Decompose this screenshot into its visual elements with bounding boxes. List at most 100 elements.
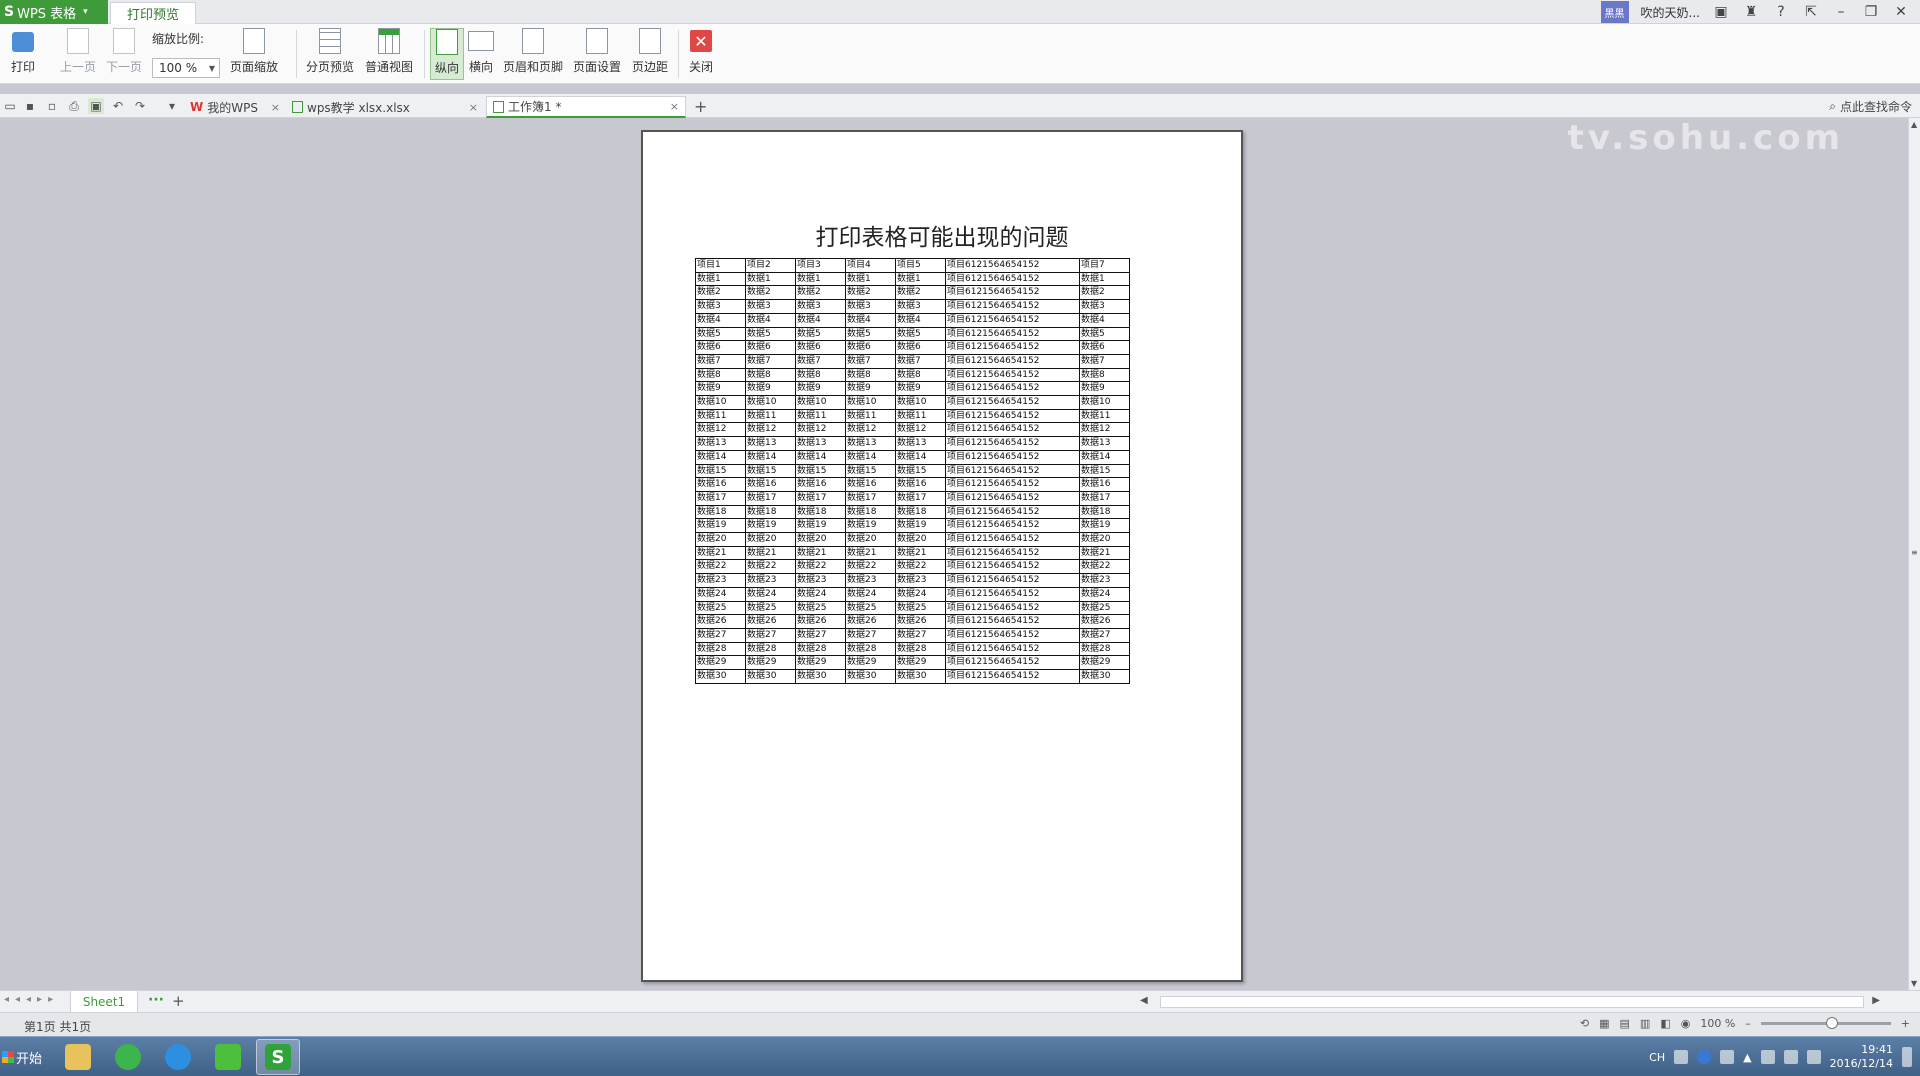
more-sheets-button[interactable]: ··· <box>148 992 164 1008</box>
start-button[interactable]: 开始 <box>0 1041 44 1073</box>
table-cell: 数据22 <box>695 559 746 575</box>
tab-workbook1[interactable]: 工作簿1 * × <box>486 96 686 118</box>
user-name[interactable]: 吹的天奶... <box>1641 4 1700 21</box>
table-cell: 数据11 <box>695 408 746 424</box>
table-cell: 数据23 <box>895 573 946 588</box>
scroll-track[interactable] <box>1160 996 1864 1008</box>
redo-icon[interactable]: ↷ <box>132 98 148 114</box>
normal-view-button[interactable]: 普通视图 <box>362 28 416 80</box>
protect-icon[interactable]: ⟲ <box>1580 1017 1589 1030</box>
tab-print-preview[interactable]: 打印预览 <box>110 2 196 24</box>
table-row: 数据23 数据23 数据23 数据23 数据23 项目6121564654152 数据23 <box>695 573 1130 588</box>
zoom-in-icon[interactable]: + <box>1901 1017 1910 1030</box>
vertical-scrollbar[interactable]: ▲ ≡ ▼ <box>1908 118 1920 990</box>
horizontal-scrollbar[interactable]: ◀ ▶ <box>1130 995 1890 1009</box>
close-tab-icon[interactable]: × <box>271 101 280 114</box>
sheet-nav-arrows[interactable]: ◂◂◂▸▸ <box>4 994 59 1005</box>
print-page: 打印表格可能出现的问题 项目1 项目2 项目3 项目4 项目5 项目61215646541… <box>641 130 1243 982</box>
page-break-preview-button[interactable]: 分页预览 <box>304 28 356 80</box>
table-cell: 数据9 <box>895 381 946 397</box>
open-folder-icon[interactable]: ▭ <box>2 98 18 114</box>
print-quick-icon[interactable]: ⎙ <box>66 98 82 114</box>
close-tab-icon[interactable]: × <box>469 101 478 114</box>
close-preview-button[interactable]: ✕ 关闭 <box>684 28 718 80</box>
margins-button[interactable]: 页边距 <box>630 28 670 80</box>
normal-view-icon[interactable]: ▦ <box>1599 1017 1609 1030</box>
volume-icon[interactable] <box>1806 1050 1821 1064</box>
zoom-slider-knob[interactable] <box>1825 1017 1838 1029</box>
messenger-icon <box>165 1044 191 1070</box>
portrait-button[interactable]: 纵向 <box>430 28 464 80</box>
table-cell: 数据6 <box>745 340 796 355</box>
close-window-button[interactable]: ✕ <box>1892 4 1910 20</box>
next-page-button[interactable]: 下一页 <box>104 28 144 80</box>
zoom-slider[interactable] <box>1760 1017 1891 1029</box>
table-row: 数据18 数据18 数据18 数据18 数据18 项目6121564654152 数据18 <box>695 504 1130 520</box>
print-preview-icon[interactable]: ▣ <box>88 98 104 114</box>
help-icon[interactable]: ? <box>1772 4 1790 20</box>
scroll-left-icon[interactable]: ◀ <box>1140 995 1148 1006</box>
shirt-icon[interactable]: ♜ <box>1742 4 1760 20</box>
show-desktop-button[interactable] <box>1902 1047 1912 1067</box>
network-icon[interactable] <box>1783 1050 1798 1064</box>
sheet-tab[interactable]: Sheet1 <box>70 991 138 1013</box>
browser-taskbar-button[interactable] <box>106 1039 150 1075</box>
eye-protection-icon[interactable]: ◉ <box>1681 1017 1691 1030</box>
close-tab-icon[interactable]: × <box>670 100 679 113</box>
table-row: 数据26 数据26 数据26 数据26 数据26 项目6121564654152 数据26 <box>695 614 1130 629</box>
skin-icon[interactable]: ▣ <box>1712 4 1730 20</box>
table-cell: 数据18 <box>845 504 896 520</box>
scroll-grip-icon[interactable]: ≡ <box>1911 548 1918 557</box>
page-layout-icon[interactable]: ▤ <box>1620 1017 1630 1030</box>
help-tray-icon[interactable] <box>1697 1050 1712 1064</box>
table-cell: 数据25 <box>895 600 946 616</box>
table-cell: 数据23 <box>795 573 846 588</box>
customize-toolbar-icon[interactable]: ▾ <box>164 98 180 114</box>
header-footer-button[interactable]: 页眉和页脚 <box>502 28 564 80</box>
scroll-right-icon[interactable]: ▶ <box>1872 995 1880 1006</box>
clock[interactable]: 19:41 2016/12/14 <box>1830 1043 1893 1071</box>
save-icon[interactable]: ▪ <box>22 98 38 114</box>
explorer-taskbar-button[interactable] <box>56 1039 100 1075</box>
messenger-taskbar-button[interactable] <box>156 1039 200 1075</box>
table-cell: 数据21 <box>895 545 946 561</box>
restore-ribbon-icon[interactable]: ⇱ <box>1802 4 1820 20</box>
zoom-select[interactable]: 100 % ▼ <box>152 58 220 78</box>
tab-wps-tutorial-file[interactable]: wps教学 xlsx.xlsx × <box>286 96 484 118</box>
page-setup-button[interactable]: 页面设置 <box>570 28 624 80</box>
table-cell: 项目6121564654152 <box>945 340 1080 355</box>
tray-expand-icon[interactable]: ▲ <box>1743 1051 1751 1064</box>
scroll-down-icon[interactable]: ▼ <box>1911 979 1917 988</box>
table-cell: 数据29 <box>745 655 796 671</box>
zoom-out-icon[interactable]: – <box>1745 1017 1751 1030</box>
flag-tray-icon[interactable] <box>1760 1050 1775 1064</box>
reading-mode-icon[interactable]: ◧ <box>1660 1017 1670 1030</box>
app-menu-button[interactable]: S WPS 表格 ▾ <box>0 0 108 24</box>
keyboard-icon[interactable] <box>1720 1050 1735 1064</box>
wps-taskbar-button[interactable]: S <box>256 1039 300 1075</box>
table-cell: 数据21 <box>745 545 796 561</box>
add-sheet-button[interactable]: + <box>172 992 185 1010</box>
export-pdf-icon[interactable]: ▫ <box>44 98 60 114</box>
undo-icon[interactable]: ↶ <box>110 98 126 114</box>
table-cell: 数据14 <box>695 449 746 465</box>
table-cell: 数据20 <box>1079 532 1130 547</box>
landscape-button[interactable]: 横向 <box>466 28 496 80</box>
avatar[interactable]: 黑黑 <box>1600 1 1629 23</box>
ime-indicator[interactable]: CH <box>1649 1051 1665 1064</box>
command-search[interactable]: ⌕ 点此查找命令 <box>1829 98 1912 115</box>
input-method-icon[interactable] <box>1674 1050 1689 1064</box>
print-button[interactable]: 打印 <box>4 28 42 80</box>
scroll-up-icon[interactable]: ▲ <box>1911 120 1917 129</box>
table-cell: 数据6 <box>695 340 746 355</box>
minimize-button[interactable]: – <box>1832 4 1850 20</box>
page-break-view-icon[interactable]: ▥ <box>1640 1017 1650 1030</box>
new-tab-button[interactable]: + <box>694 97 707 116</box>
prev-page-button[interactable]: 上一页 <box>58 28 98 80</box>
table-cell: 数据10 <box>895 395 946 410</box>
table-row: 数据16 数据16 数据16 数据16 数据16 项目6121564654152 数据16 <box>695 477 1130 492</box>
maximize-button[interactable]: ❐ <box>1862 4 1880 20</box>
tab-my-wps[interactable]: W 我的WPS × <box>184 96 286 118</box>
wechat-taskbar-button[interactable] <box>206 1039 250 1075</box>
page-scaling-button[interactable]: 页面缩放 <box>226 28 282 80</box>
